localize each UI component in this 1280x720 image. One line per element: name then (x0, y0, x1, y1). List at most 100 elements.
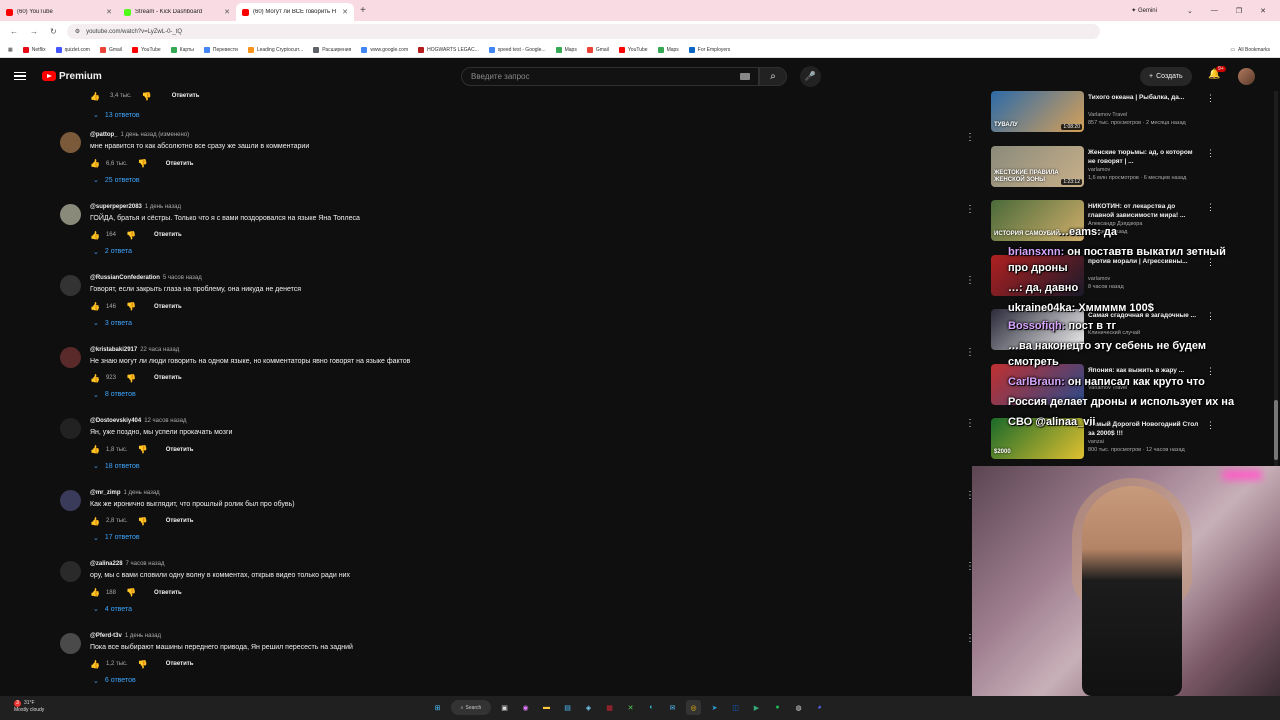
dislike-icon[interactable]: 👎 (126, 588, 136, 597)
video-editor-icon[interactable]: ▶ (749, 700, 764, 715)
outlook-icon[interactable]: ◫ (728, 700, 743, 715)
url-field[interactable]: ⚙ youtube.com/watch?v=LyZwL-0-_tQ (66, 24, 1100, 39)
video-title[interactable]: Женские тюрьмы: ад, о котором не говорят… (1088, 148, 1200, 166)
show-replies-button[interactable]: ⌄ 6 ответов (93, 677, 136, 685)
show-replies-button[interactable]: ⌄ 13 ответов (93, 111, 140, 120)
comment-time[interactable]: 12 часов назад (144, 418, 186, 424)
channel-name[interactable]: varlamov (1088, 167, 1110, 173)
bookmark[interactable]: quizlet.com (55, 46, 90, 53)
related-video-item[interactable]: ТУВАЛУ 1:08:20 Тихого океана | Рыбалка, … (990, 91, 1230, 147)
more-actions-icon[interactable]: ⋮ (1206, 148, 1215, 159)
bookmark[interactable]: Gmail (586, 46, 609, 53)
search-button[interactable]: ⌕ (759, 67, 787, 86)
comment-time[interactable]: 1 день назад (125, 633, 161, 639)
comment-avatar[interactable] (60, 418, 81, 439)
more-actions-icon[interactable]: ⋮ (965, 275, 972, 286)
video-thumbnail[interactable]: ЖЕСТОКИЕ ПРАВИЛА ЖЕНСКОЙ ЗОНЫ 1:23:12 (991, 145, 1084, 187)
edge-icon[interactable]: ◐ (644, 700, 659, 715)
dislike-icon[interactable]: 👎 (126, 231, 136, 240)
comment-avatar[interactable] (60, 561, 81, 582)
tab-search-icon[interactable]: ⌄ (1187, 7, 1193, 15)
like-icon[interactable]: 👍 (90, 231, 100, 240)
like-icon[interactable]: 👍 (90, 517, 100, 526)
all-bookmarks-button[interactable]: ▭ All Bookmarks (1230, 47, 1270, 53)
close-tab-icon[interactable]: ✕ (342, 8, 348, 16)
dislike-icon[interactable]: 👎 (126, 374, 136, 383)
more-actions-icon[interactable]: ⋮ (965, 132, 972, 143)
file-explorer-icon[interactable]: ▬ (539, 700, 554, 715)
windows-start-icon[interactable]: ⊞ (430, 700, 445, 715)
dislike-icon[interactable]: 👎 (142, 92, 152, 101)
photos-icon[interactable]: ◈ (581, 700, 596, 715)
more-actions-icon[interactable]: ⋮ (1206, 311, 1215, 322)
reply-button[interactable]: Ответить (166, 518, 194, 524)
comment-avatar[interactable] (60, 275, 81, 296)
new-tab-button[interactable]: + (354, 5, 372, 16)
comment-author[interactable]: @RussianConfederation (90, 275, 160, 281)
show-replies-button[interactable]: ⌄ 18 ответов (93, 462, 140, 471)
like-icon[interactable]: 👍 (90, 445, 100, 454)
dislike-icon[interactable]: 👎 (138, 660, 148, 669)
more-actions-icon[interactable]: ⋮ (965, 204, 972, 215)
bookmark[interactable]: Gmail (99, 46, 122, 53)
bookmark[interactable]: For Employers (688, 46, 730, 53)
like-icon[interactable]: 👍 (90, 92, 100, 101)
more-actions-icon[interactable]: ⋮ (1206, 93, 1215, 104)
bookmark[interactable]: www.google.com (361, 46, 408, 53)
related-video-item[interactable]: Япония: как выжить в жару ... Varlamov T… (990, 363, 1230, 420)
more-actions-icon[interactable]: ⋮ (1206, 420, 1215, 431)
close-tab-icon[interactable]: ✕ (224, 8, 230, 16)
dislike-icon[interactable]: 👎 (138, 159, 148, 168)
mail-icon[interactable]: ✉ (665, 700, 680, 715)
related-video-item[interactable]: ЖЕСТОКИЕ ПРАВИЛА ЖЕНСКОЙ ЗОНЫ 1:23:12 Же… (990, 145, 1230, 202)
more-actions-icon[interactable]: ⋮ (965, 347, 972, 358)
discord-icon[interactable]: ◕ (812, 700, 827, 715)
channel-name[interactable]: vanzai (1088, 439, 1104, 445)
reply-button[interactable]: Ответить (154, 375, 182, 381)
video-title[interactable]: Самый Дорогой Новогодний Стол за 2000$ !… (1088, 420, 1200, 438)
reply-button[interactable]: Ответить (166, 661, 194, 667)
comment-avatar[interactable] (60, 346, 81, 368)
site-info-icon[interactable]: ⚙ (75, 28, 80, 35)
show-replies-button[interactable]: ⌄ 4 ответа (93, 605, 132, 614)
account-avatar[interactable] (1238, 68, 1255, 85)
more-actions-icon[interactable]: ⋮ (965, 633, 972, 644)
obs-icon[interactable]: ◍ (791, 700, 806, 715)
video-title[interactable]: Тихого океана | Рыбалка, да... (1088, 93, 1200, 102)
comment-author[interactable]: @Pferd-t3v (90, 633, 122, 639)
reply-button[interactable]: Ответить (154, 232, 182, 238)
dislike-icon[interactable]: 👎 (138, 445, 148, 454)
video-title[interactable]: НИКОТИН: от лекарства до главной зависим… (1088, 202, 1200, 220)
comment-avatar[interactable] (60, 489, 81, 511)
comment-time[interactable]: 22 часа назад (140, 347, 179, 353)
like-icon[interactable]: 👍 (90, 159, 100, 168)
back-icon[interactable]: ← (10, 27, 18, 36)
comment-avatar[interactable] (60, 632, 81, 654)
like-icon[interactable]: 👍 (90, 302, 100, 311)
weather-widget[interactable]: 3 31°F Mostly cloudy (14, 700, 44, 714)
like-icon[interactable]: 👍 (90, 660, 100, 669)
search-input[interactable]: Введите запрос (461, 67, 759, 86)
store-icon[interactable]: ▤ (560, 700, 575, 715)
xbox-icon[interactable]: ✕ (623, 700, 638, 715)
taskbar-search[interactable]: ⌕ Search (451, 700, 491, 715)
show-replies-button[interactable]: ⌄ 17 ответов (93, 534, 140, 542)
comment-author[interactable]: @mr_zimp (90, 490, 121, 496)
show-replies-button[interactable]: ⌄ 25 ответов (93, 176, 140, 185)
chrome-icon[interactable]: ◎ (686, 700, 701, 715)
scrollbar-thumb[interactable] (1274, 400, 1278, 460)
forward-icon[interactable]: → (30, 27, 38, 36)
more-actions-icon[interactable]: ⋮ (1206, 257, 1215, 268)
bookmark[interactable]: Maps (555, 46, 577, 53)
reply-button[interactable]: Ответить (172, 93, 200, 99)
like-icon[interactable]: 👍 (90, 588, 100, 597)
reply-button[interactable]: Ответить (166, 161, 194, 167)
create-button[interactable]: + Создать (1140, 67, 1192, 86)
bookmark[interactable]: Leading Cryptocurr... (247, 46, 303, 53)
channel-name[interactable]: varlamov (1088, 276, 1110, 282)
comment-avatar[interactable] (60, 132, 81, 153)
browser-tab-kick[interactable]: Stream - Kick Dashboard ✕ (118, 3, 236, 21)
browser-tab-active[interactable]: (60) Могут ли ВСЕ говорить Н ✕ (236, 3, 354, 21)
show-replies-button[interactable]: ⌄ 8 ответов (93, 391, 136, 399)
comment-time[interactable]: 1 день назад (145, 204, 181, 210)
